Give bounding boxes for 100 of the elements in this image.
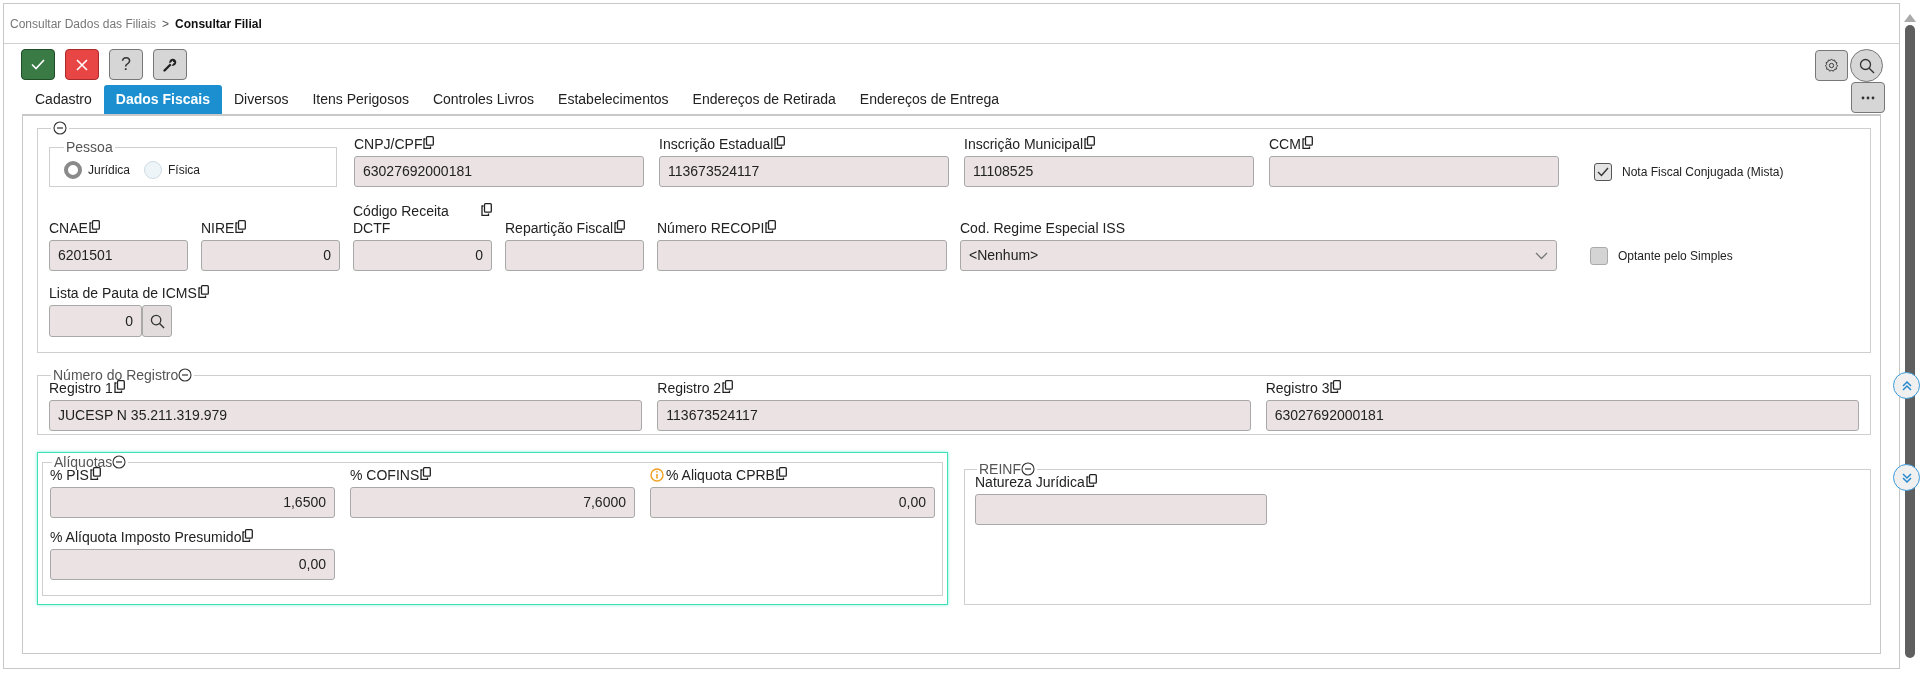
copy-icon[interactable] [1084,136,1096,149]
tab[interactable]: Dados Fiscais [103,85,222,114]
input-field[interactable]: 11108525 [964,156,1254,187]
confirm-button[interactable] [21,49,55,80]
checkbox[interactable] [1590,246,1608,265]
check-icon [31,59,45,70]
copy-icon[interactable] [1301,136,1313,149]
checkbox[interactable] [1594,162,1612,181]
field-label: Registro 1 [49,380,113,397]
field-label: % PIS [50,467,89,484]
field-label: Registro 2 [657,380,722,397]
input-field[interactable]: 63027692000181 [1265,400,1859,431]
checkbox-label: Optante pelo Simples [1618,247,1733,265]
collapse-icon[interactable] [112,455,127,469]
copy-icon[interactable] [420,467,432,480]
field-label: Natureza Jurídica [975,474,1085,491]
double-chevron-up-icon [1901,380,1912,391]
copy-icon[interactable] [775,467,787,480]
field-label: Registro 3 [1265,380,1330,397]
input-field[interactable]: 0 [201,240,340,271]
radio-button[interactable] [64,161,82,179]
settings-icon [1824,58,1839,73]
tab[interactable]: Controles Livros [420,85,547,114]
breadcrumb-current: Consultar Filial [175,15,262,33]
group-title: Pessoa [66,139,113,155]
tab[interactable]: Cadastro [23,85,104,114]
copy-icon[interactable] [1330,380,1342,393]
collapse-icon[interactable] [1021,462,1035,476]
input-field[interactable]: 0 [353,240,492,271]
input-field[interactable] [657,240,947,271]
copy-icon[interactable] [765,220,777,233]
collapse-icon[interactable] [53,121,67,135]
section-title: Número do Registro [53,367,179,383]
help-button[interactable]: ? [109,49,143,80]
scrollbar-thumb[interactable] [1905,25,1915,658]
field-label: CNAE [49,220,88,237]
close-icon [76,58,88,71]
input-field[interactable]: 63027692000181 [354,156,644,187]
field-label: Inscrição Estadual [659,136,774,153]
copy-icon[interactable] [774,136,786,149]
radio-label: Física [168,162,201,179]
copy-icon[interactable] [235,220,247,233]
field-label: Cod. Regime Especial ISS [960,220,1125,237]
copy-icon[interactable] [88,220,100,233]
search-button[interactable] [1850,49,1883,82]
copy-icon[interactable] [614,220,626,233]
input-field[interactable]: 6201501 [49,240,188,271]
section-title: Alíquotas [54,454,113,470]
search-icon [1858,57,1875,74]
field-label: CCM [1269,136,1301,153]
copy-icon[interactable] [481,203,492,216]
copy-icon[interactable] [1085,474,1097,487]
input-field[interactable] [1269,156,1559,187]
radio-label: Jurídica [88,162,131,179]
tab[interactable]: Estabelecimentos [546,85,681,114]
input-field[interactable]: 113673524117 [659,156,949,187]
field-label: Inscrição Municipal [964,136,1084,153]
check-icon [1597,166,1609,177]
checkbox-label: Nota Fiscal Conjugada (Mista) [1622,163,1784,181]
lookup-search-button[interactable] [142,305,172,337]
tools-button[interactable] [153,49,187,80]
section-title: REINF [979,461,1021,477]
copy-icon[interactable] [423,136,435,149]
wrench-icon [163,57,177,72]
input-field[interactable]: 0,00 [50,549,335,580]
input-field[interactable] [505,240,644,271]
chevron-down-icon [1535,251,1548,260]
breadcrumb-link[interactable]: Consultar Dados das Filiais [10,14,157,33]
input-field[interactable]: JUCESP N 35.211.319.979 [49,400,643,431]
cancel-button[interactable] [65,49,99,80]
input-field[interactable]: 0,00 [650,487,935,518]
field-label: Repartição Fiscal [505,220,614,237]
field-label: Código Receita DCTF [353,203,450,237]
input-field[interactable]: 7,6000 [350,487,635,518]
more-icon [1861,95,1875,100]
settings-button[interactable] [1815,50,1848,81]
copy-icon[interactable] [242,529,254,542]
input-field[interactable]: 0 [49,305,142,337]
input-field[interactable] [975,494,1267,525]
double-chevron-down-icon [1901,472,1912,483]
tab[interactable]: Itens Perigosos [300,85,421,114]
tab[interactable]: Diversos [221,85,301,114]
tab[interactable]: Endereços de Entrega [847,85,1012,114]
field-label: % COFINS [350,467,420,484]
breadcrumb-separator: > [162,15,170,33]
input-field[interactable]: 1,6500 [50,487,335,518]
input-field[interactable]: 113673524117 [657,400,1251,431]
field-label: Lista de Pauta de ICMS [49,285,197,302]
select-field[interactable]: <Nenhum> [960,240,1557,271]
tab[interactable]: Endereços de Retirada [680,85,848,114]
copy-icon[interactable] [113,380,125,393]
scroll-to-bottom-button[interactable] [1893,464,1920,491]
field-label: % Alíquota Imposto Presumido [50,529,242,546]
field-label: NIRE [201,220,235,237]
collapse-icon[interactable] [178,368,193,382]
copy-icon[interactable] [722,380,734,393]
field-label: Número RECOPI [657,220,765,237]
scroll-to-top-button[interactable] [1893,372,1920,399]
copy-icon[interactable] [197,285,209,298]
search-icon [149,313,165,329]
